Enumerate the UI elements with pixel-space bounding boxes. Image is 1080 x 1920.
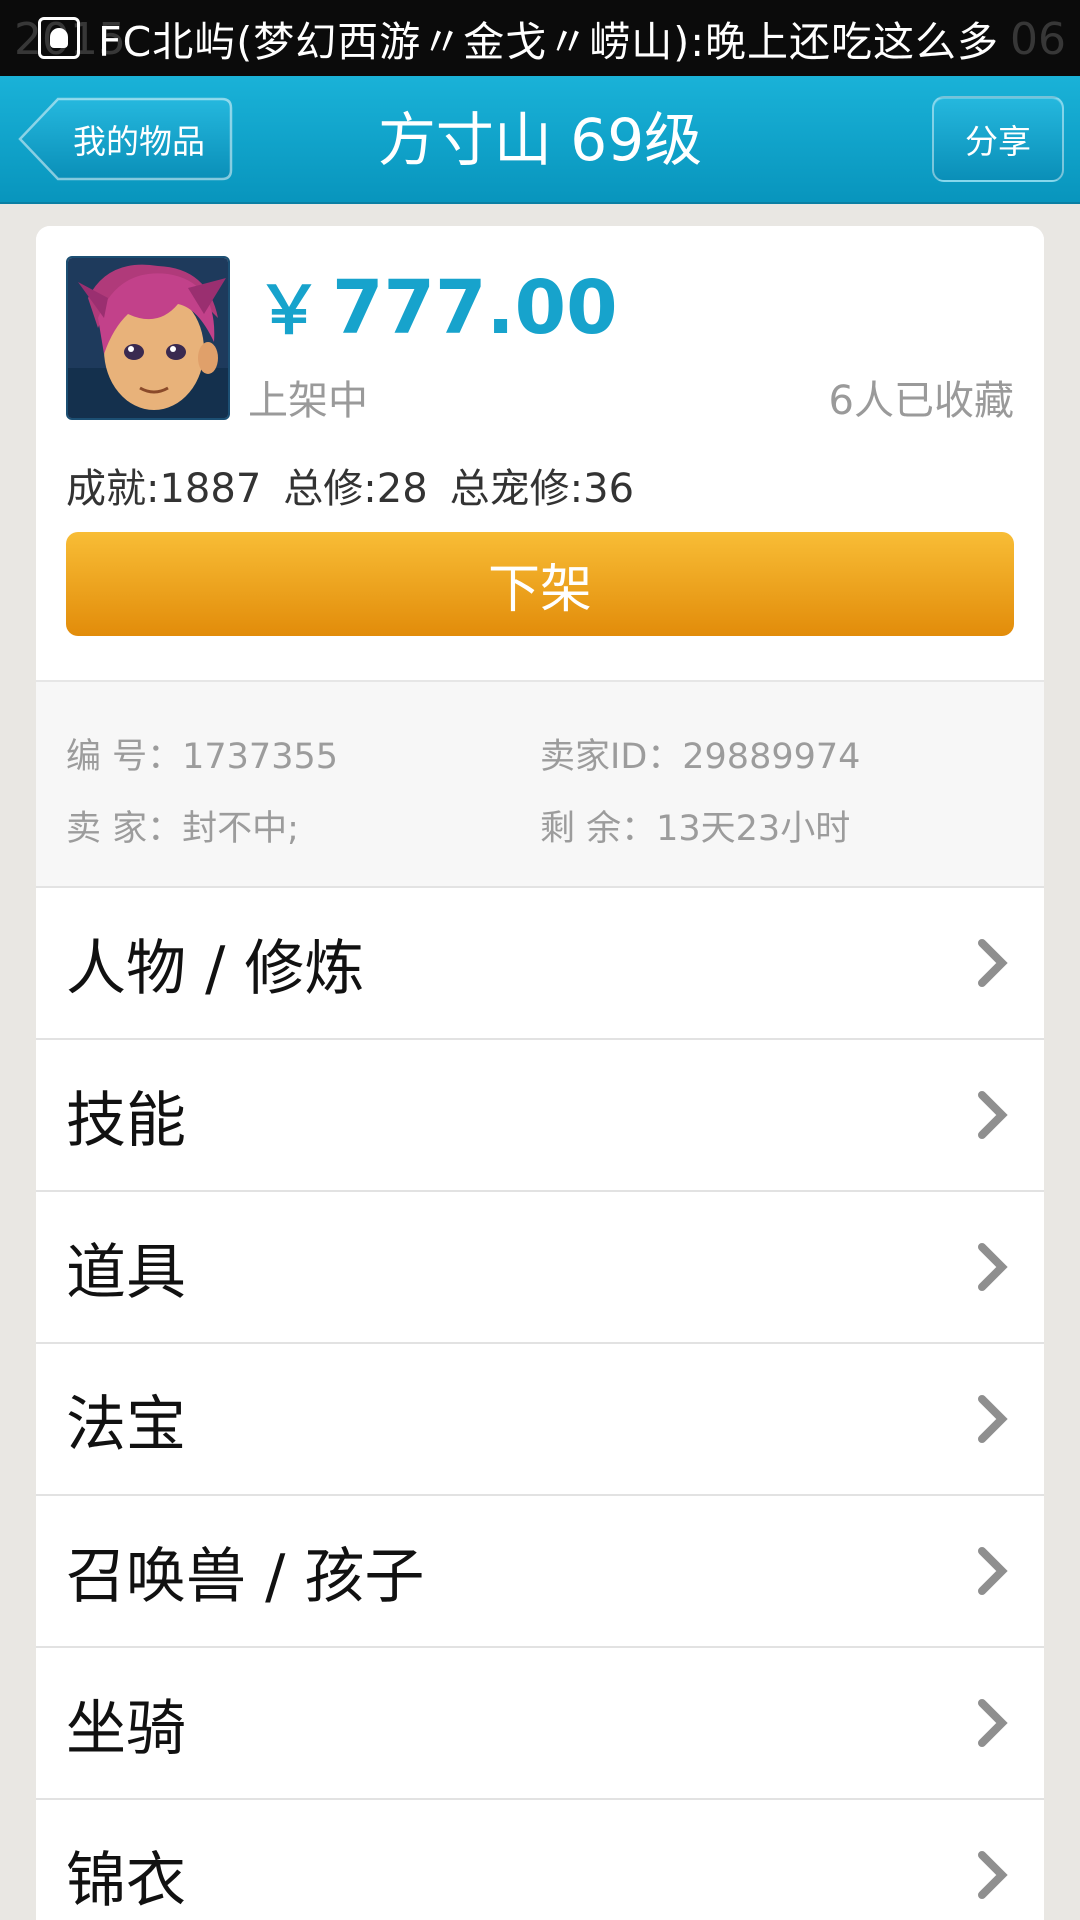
navigation-bar: 我的物品 方寸山 69级 分享 xyxy=(0,76,1080,204)
back-button[interactable]: 我的物品 xyxy=(18,96,234,182)
menu-item-treasures[interactable]: 法宝 xyxy=(36,1344,1044,1496)
listing-status: 上架中 xyxy=(248,378,368,424)
chevron-right-icon xyxy=(978,1091,1008,1139)
character-stats: 成就:1887 总修:28 总宠修:36 xyxy=(66,456,634,514)
menu-item-label: 技能 xyxy=(66,1085,186,1156)
currency-symbol: ￥ xyxy=(256,272,322,349)
chevron-right-icon xyxy=(978,1243,1008,1291)
chevron-right-icon xyxy=(978,1395,1008,1443)
price-value: 777.00 xyxy=(332,265,618,351)
favorite-count: 6人已收藏 xyxy=(828,378,1014,424)
menu-item-character[interactable]: 人物 / 修炼 xyxy=(36,888,1044,1040)
listing-info: 编 号：1737355 卖家ID：29889974 卖 家：封不中; 剩 余：1… xyxy=(36,680,1044,888)
menu-item-skills[interactable]: 技能 xyxy=(36,1040,1044,1192)
menu-item-label: 人物 / 修炼 xyxy=(66,933,365,1004)
menu-item-label: 锦衣 xyxy=(66,1845,186,1916)
menu-item-label: 坐骑 xyxy=(66,1693,186,1764)
seller-id: 卖家ID：29889974 xyxy=(540,737,861,777)
menu-item-items[interactable]: 道具 xyxy=(36,1192,1044,1344)
menu-item-label: 道具 xyxy=(66,1237,186,1308)
stat-total-cultivation: 总修:28 xyxy=(283,466,428,512)
character-portrait-icon xyxy=(68,258,228,418)
status-time-right: 06 xyxy=(1010,14,1066,65)
delist-button[interactable]: 下架 xyxy=(66,532,1014,636)
chevron-right-icon xyxy=(978,1851,1008,1899)
stat-achievement: 成就:1887 xyxy=(66,466,262,512)
chevron-right-icon xyxy=(978,1699,1008,1747)
notification-icon xyxy=(38,17,80,59)
menu-item-label: 法宝 xyxy=(66,1389,186,1460)
chevron-right-icon xyxy=(978,939,1008,987)
back-button-label: 我的物品 xyxy=(73,122,205,161)
stat-pet-cultivation: 总宠修:36 xyxy=(449,466,635,512)
menu-item-pets[interactable]: 召唤兽 / 孩子 xyxy=(36,1496,1044,1648)
item-summary: ￥ 777.00 上架中 6人已收藏 成就:1887 总修:28 总宠修:36 … xyxy=(36,226,1044,680)
menu-item-label: 召唤兽 / 孩子 xyxy=(66,1541,425,1612)
notification-ticker[interactable]: FC北屿(梦幻西游〃金戈〃崂山):晚上还吃这么多 xyxy=(98,8,999,68)
menu-item-mounts[interactable]: 坐骑 xyxy=(36,1648,1044,1800)
price: ￥ 777.00 xyxy=(256,265,618,351)
character-avatar xyxy=(66,256,230,420)
seller-name: 卖 家：封不中; xyxy=(66,809,299,849)
share-button[interactable]: 分享 xyxy=(932,96,1064,182)
chevron-right-icon xyxy=(978,1547,1008,1595)
serial-number: 编 号：1737355 xyxy=(66,737,339,777)
time-remaining: 剩 余：13天23小时 xyxy=(540,809,851,849)
item-detail-card: ￥ 777.00 上架中 6人已收藏 成就:1887 总修:28 总宠修:36 … xyxy=(36,226,1044,1920)
status-bar: 2015 06 FC北屿(梦幻西游〃金戈〃崂山):晚上还吃这么多 xyxy=(0,0,1080,76)
menu-item-outfits[interactable]: 锦衣 xyxy=(36,1800,1044,1920)
